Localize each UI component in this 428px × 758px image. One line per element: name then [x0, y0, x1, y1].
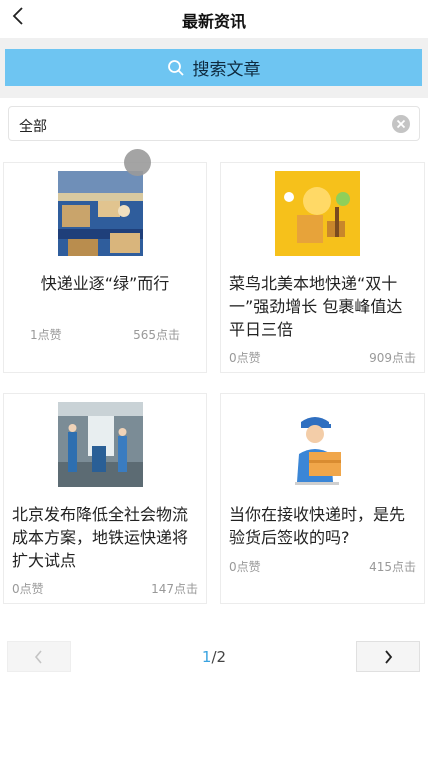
previous-page-button[interactable]: [7, 641, 71, 672]
article-thumbnail: [275, 171, 360, 256]
like-count: 0点赞: [229, 351, 261, 365]
page-indicator: 1/2: [180, 648, 248, 666]
article-title: 快递业逐“绿”而行: [40, 274, 170, 293]
click-count: 415点击: [369, 560, 416, 574]
chevron-right-icon: [385, 649, 393, 664]
like-count: 0点赞: [229, 560, 261, 574]
top-bar: 最新资讯: [0, 0, 428, 38]
category-filter-value: 全部: [19, 119, 47, 135]
category-filter-field[interactable]: 全部: [8, 106, 420, 141]
clear-circle-icon[interactable]: [392, 115, 410, 133]
chevron-left-icon: [34, 649, 42, 664]
search-button-label: 搜索文章: [192, 60, 261, 80]
article-title: 北京发布降低全社会物流成本方案，地铁运快递将扩大试点: [12, 505, 189, 570]
article-thumbnail: [58, 402, 143, 487]
click-count: 147点击: [151, 582, 198, 596]
article-card[interactable]: 当你在接收快递时，是先验货后签收的吗? 0点赞 415点击: [220, 393, 425, 604]
article-card[interactable]: 北京发布降低全社会物流成本方案，地铁运快递将扩大试点 0点赞 147点击: [3, 393, 207, 604]
article-card[interactable]: 菜鸟北美本地快递“双十一”强劲增长 包裹峰值达平日三倍 0点赞 909点击: [220, 162, 425, 373]
floating-dot[interactable]: [124, 149, 151, 176]
article-thumbnail: [58, 171, 143, 256]
search-icon: [167, 59, 184, 76]
next-page-button[interactable]: [356, 641, 420, 672]
click-count: 565点击: [133, 328, 180, 342]
article-card[interactable]: 快递业逐“绿”而行 1点赞 565点击: [3, 162, 207, 373]
page-title: 最新资讯: [181, 12, 246, 31]
like-count: 0点赞: [12, 582, 44, 596]
click-count: 909点击: [369, 351, 416, 365]
article-title: 菜鸟北美本地快递“双十一”强劲增长 包裹峰值达平日三倍: [229, 274, 403, 339]
like-count: 1点赞: [30, 328, 62, 342]
total-pages: /2: [211, 648, 227, 666]
article-thumbnail: [275, 402, 360, 487]
search-articles-button[interactable]: 搜索文章: [5, 49, 422, 86]
article-title: 当你在接收快递时，是先验货后签收的吗?: [229, 505, 406, 547]
